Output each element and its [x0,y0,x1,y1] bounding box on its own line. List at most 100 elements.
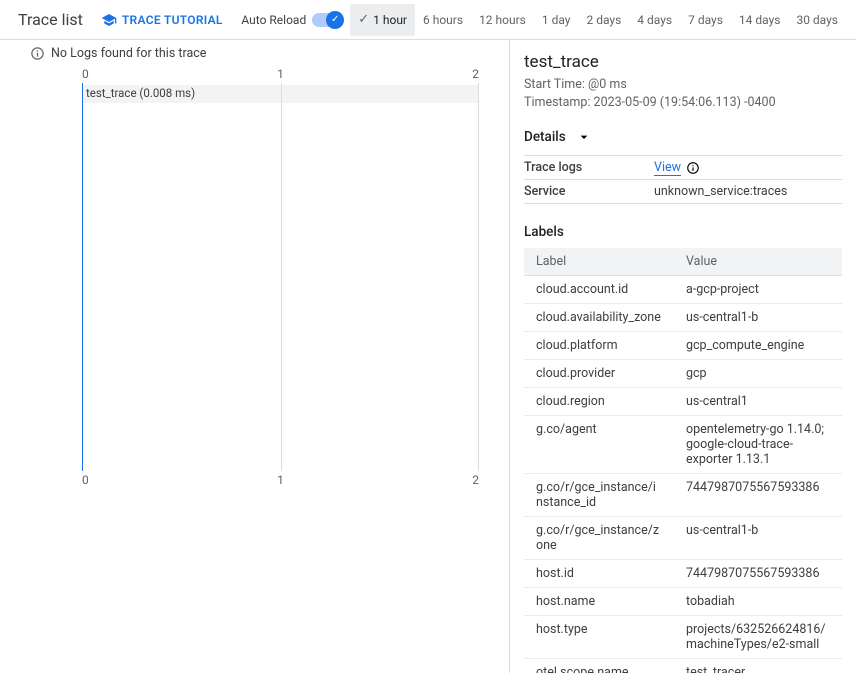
span-label: test_trace (0.008 ms) [86,86,195,100]
trace-logs-view-link[interactable]: View [654,160,681,176]
labels-col-value: Value [674,248,842,276]
labels-table: Label Value cloud.account.ida-gcp-projec… [524,248,842,673]
axis-tick: 2 [472,67,479,81]
no-logs-message: No Logs found for this trace [30,46,509,61]
details-section-header[interactable]: Details [524,129,842,145]
label-row: otel.scope.nametest_tracer [524,659,842,673]
page-title: Trace list [18,10,83,29]
details-row-trace-logs: Trace logs View [524,156,842,180]
trace-waterfall-chart: 0 1 2 test_trace (0.008 ms) 0 1 2 [40,67,479,487]
trace-timestamp: Timestamp: 2023-05-09 (19:54:06.113) -04… [524,94,842,112]
info-outline-icon[interactable] [686,161,700,175]
chart-axis-top: 0 1 2 [82,67,479,81]
school-icon [101,12,117,28]
label-value: a-gcp-project [674,276,842,304]
label-value: 7447987075567593386 [674,560,842,588]
check-icon: ✓ [358,12,369,27]
axis-tick: 2 [472,473,479,487]
label-key: g.co/agent [524,416,674,474]
chevron-down-icon [576,129,592,145]
axis-tick: 1 [277,67,284,81]
time-range-label: 1 hour [373,13,407,27]
time-range-label: 4 days [637,13,672,27]
no-logs-text: No Logs found for this trace [51,46,206,61]
label-key: cloud.availability_zone [524,304,674,332]
details-table: Trace logs View Service unknown_service:… [524,155,842,204]
check-icon: ✓ [327,12,343,28]
details-header-text: Details [524,129,566,145]
trace-start-time: Start Time: @0 ms [524,76,842,94]
trace-details-panel: test_trace Start Time: @0 ms Timestamp: … [510,40,856,673]
time-range-12-hours[interactable]: 12 hours [471,4,534,36]
time-range-14-days[interactable]: 14 days [731,4,789,36]
label-key: cloud.region [524,388,674,416]
auto-reload-toggle[interactable]: ✓ [312,13,342,27]
trace-meta: Start Time: @0 ms Timestamp: 2023-05-09 … [524,76,842,111]
auto-reload: Auto Reload ✓ [241,13,342,27]
label-row: cloud.availability_zoneus-central1-b [524,304,842,332]
auto-reload-label: Auto Reload [241,13,306,27]
time-range-label: 7 days [688,13,723,27]
time-range-label: 2 days [586,13,621,27]
label-key: host.name [524,588,674,616]
time-range-1-day[interactable]: 1 day [534,4,579,36]
chart-gridline [82,83,83,471]
label-row: host.id7447987075567593386 [524,560,842,588]
label-value: opentelemetry-go 1.14.0; google-cloud-tr… [674,416,842,474]
details-key: Trace logs [524,160,654,175]
chart-gridline [281,83,282,471]
chart-plot-area: test_trace (0.008 ms) [82,83,479,471]
chart-axis-bottom: 0 1 2 [82,473,479,487]
label-key: host.id [524,560,674,588]
label-key: host.type [524,616,674,659]
time-range-label: 14 days [739,13,781,27]
time-range-label: 12 hours [479,13,526,27]
trace-tutorial-link[interactable]: TRACE TUTORIAL [101,12,223,28]
time-range-2-days[interactable]: 2 days [578,4,629,36]
axis-tick: 0 [82,67,89,81]
label-row: cloud.platformgcp_compute_engine [524,332,842,360]
details-value: View [654,160,842,175]
label-key: g.co/r/gce_instance/zone [524,517,674,560]
top-bar: Trace list TRACE TUTORIAL Auto Reload ✓ … [0,0,856,40]
details-key: Service [524,184,654,199]
label-key: otel.scope.name [524,659,674,673]
label-key: cloud.account.id [524,276,674,304]
label-value: gcp_compute_engine [674,332,842,360]
label-row: host.typeprojects/632526624816/machineTy… [524,616,842,659]
time-range-7-days[interactable]: 7 days [680,4,731,36]
labels-section-header: Labels [524,224,842,240]
time-range-30-days[interactable]: 30 days [788,4,846,36]
label-row: cloud.regionus-central1 [524,388,842,416]
label-row: host.nametobadiah [524,588,842,616]
label-row: cloud.account.ida-gcp-project [524,276,842,304]
time-range-6-hours[interactable]: 6 hours [415,4,471,36]
label-key: cloud.platform [524,332,674,360]
time-range-label: 30 days [796,13,838,27]
time-range-4-days[interactable]: 4 days [629,4,680,36]
trace-name: test_trace [524,52,842,72]
label-value: 7447987075567593386 [674,474,842,517]
labels-header-row: Label Value [524,248,842,276]
label-row: g.co/r/gce_instance/instance_id744798707… [524,474,842,517]
time-range-selector: ✓ 1 hour 6 hours 12 hours 1 day 2 days 4 days 7… [350,0,846,39]
axis-tick: 0 [82,473,89,487]
label-key: g.co/r/gce_instance/instance_id [524,474,674,517]
chart-gridline [478,83,479,471]
label-value: test_tracer [674,659,842,673]
info-icon [30,46,45,61]
label-row: g.co/r/gce_instance/zoneus-central1-b [524,517,842,560]
details-value: unknown_service:traces [654,184,842,199]
label-value: us-central1 [674,388,842,416]
label-value: projects/632526624816/machineTypes/e2-sm… [674,616,842,659]
time-range-1-hour[interactable]: ✓ 1 hour [350,4,415,36]
tutorial-label: TRACE TUTORIAL [122,13,223,27]
time-range-label: 1 day [542,13,571,27]
label-row: cloud.providergcp [524,360,842,388]
label-row: g.co/agentopentelemetry-go 1.14.0; googl… [524,416,842,474]
label-value: gcp [674,360,842,388]
details-row-service: Service unknown_service:traces [524,180,842,204]
axis-tick: 1 [277,473,284,487]
time-range-label: 6 hours [423,13,463,27]
label-value: us-central1-b [674,517,842,560]
